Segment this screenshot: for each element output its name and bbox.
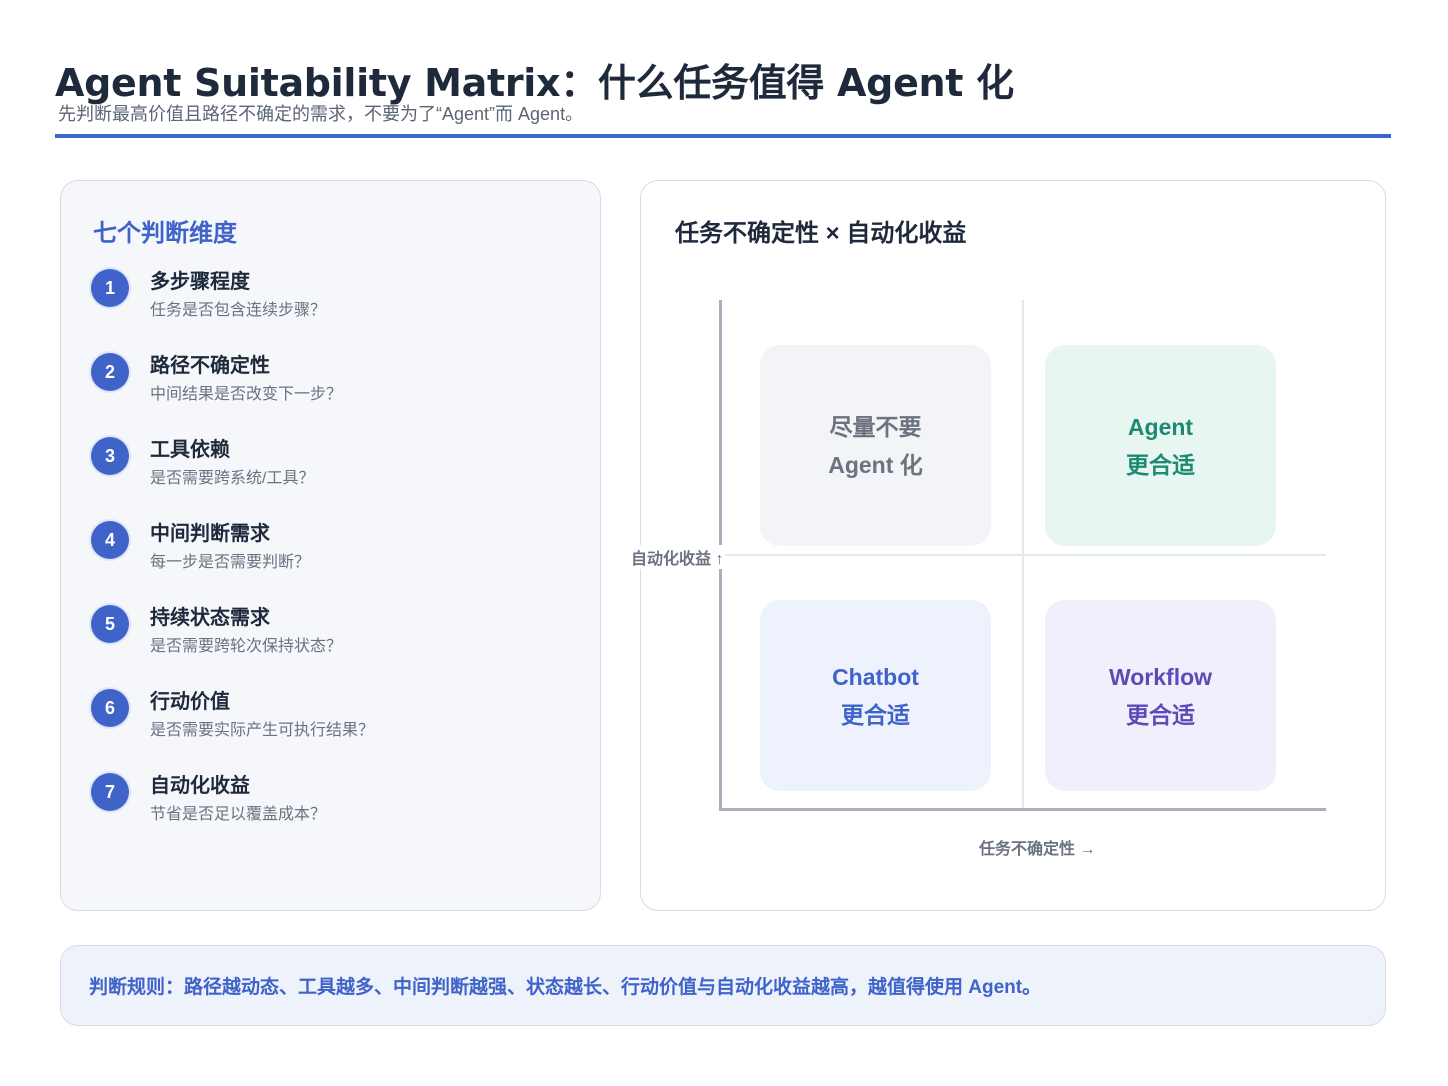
quadrant-line: Agent 化 — [828, 451, 923, 478]
dimension-number-badge: 2 — [91, 353, 129, 391]
dimensions-heading: 七个判断维度 — [93, 220, 237, 247]
dimension-description: 是否需要跨轮次保持状态？ — [150, 638, 343, 655]
quadrant-line: Agent — [1127, 413, 1194, 440]
quadrant-line: 更合适 — [1126, 451, 1195, 478]
page-subtitle: 先判断最高价值且路径不确定的需求，不要为了“Agent”而 Agent。 — [58, 104, 584, 124]
dimension-item: 6 行动价值 是否需要实际产生可执行结果？ — [91, 685, 571, 745]
dimension-description: 节省是否足以覆盖成本？ — [150, 806, 327, 823]
quadrant-line: Chatbot — [832, 663, 919, 690]
y-axis-label: 自动化收益 ↑ — [629, 545, 726, 569]
quadrant-line: 更合适 — [841, 701, 910, 728]
dimension-title: 工具依赖 — [150, 439, 230, 461]
dimension-title: 自动化收益 — [150, 775, 250, 797]
dimension-number-badge: 5 — [91, 605, 129, 643]
dimension-number-badge: 1 — [91, 269, 129, 307]
matrix-panel: 任务不确定性 × 自动化收益 尽量不要 Agent 化 Agent 更合适 Ch… — [629, 180, 1386, 911]
x-axis — [719, 808, 1326, 811]
dimension-title: 行动价值 — [150, 691, 230, 713]
page-title: Agent Suitability Matrix：什么任务值得 Agent 化 — [55, 61, 1014, 105]
dimension-title: 中间判断需求 — [150, 523, 270, 545]
dimension-item: 2 路径不确定性 中间结果是否改变下一步？ — [91, 349, 571, 409]
dimension-title: 多步骤程度 — [150, 271, 250, 293]
dimension-description: 中间结果是否改变下一步？ — [150, 386, 343, 403]
rule-text: 判断规则：路径越动态、工具越多、中间判断越强、状态越长、行动价值与自动化收益越高… — [89, 977, 1042, 998]
quadrant-bottom-left: Chatbot 更合适 — [760, 600, 991, 791]
dimension-title: 持续状态需求 — [150, 607, 270, 629]
horizontal-divider — [721, 554, 1326, 556]
dimension-number-badge: 4 — [91, 521, 129, 559]
dimension-item: 1 多步骤程度 任务是否包含连续步骤？ — [91, 265, 571, 325]
matrix-heading: 任务不确定性 × 自动化收益 — [675, 220, 967, 247]
dimension-title: 路径不确定性 — [150, 355, 270, 377]
dimension-item: 4 中间判断需求 每一步是否需要判断？ — [91, 517, 571, 577]
quadrant-top-right: Agent 更合适 — [1045, 345, 1276, 546]
x-axis-label: 任务不确定性 → — [979, 841, 1096, 858]
dimension-number-badge: 3 — [91, 437, 129, 475]
dimensions-panel: 七个判断维度 1 多步骤程度 任务是否包含连续步骤？ 2 路径不确定性 中间结果… — [60, 180, 601, 911]
dimension-description: 是否需要实际产生可执行结果？ — [150, 722, 375, 739]
quadrant-line: 尽量不要 — [829, 413, 922, 440]
dimension-description: 任务是否包含连续步骤？ — [150, 302, 327, 319]
quadrant-bottom-right: Workflow 更合适 — [1045, 600, 1276, 791]
title-divider — [55, 134, 1391, 138]
dimension-description: 每一步是否需要判断？ — [150, 554, 311, 571]
rule-banner: 判断规则：路径越动态、工具越多、中间判断越强、状态越长、行动价值与自动化收益越高… — [60, 945, 1386, 1026]
dimension-item: 3 工具依赖 是否需要跨系统/工具？ — [91, 433, 571, 493]
dimension-item: 7 自动化收益 节省是否足以覆盖成本？ — [91, 769, 571, 829]
dimension-description: 是否需要跨系统/工具？ — [150, 470, 315, 487]
dimension-item: 5 持续状态需求 是否需要跨轮次保持状态？ — [91, 601, 571, 661]
dimension-number-badge: 7 — [91, 773, 129, 811]
quadrant-top-left: 尽量不要 Agent 化 — [760, 345, 991, 546]
quadrant-line: Workflow — [1108, 663, 1213, 690]
quadrant-line: 更合适 — [1126, 701, 1195, 728]
dimension-number-badge: 6 — [91, 689, 129, 727]
